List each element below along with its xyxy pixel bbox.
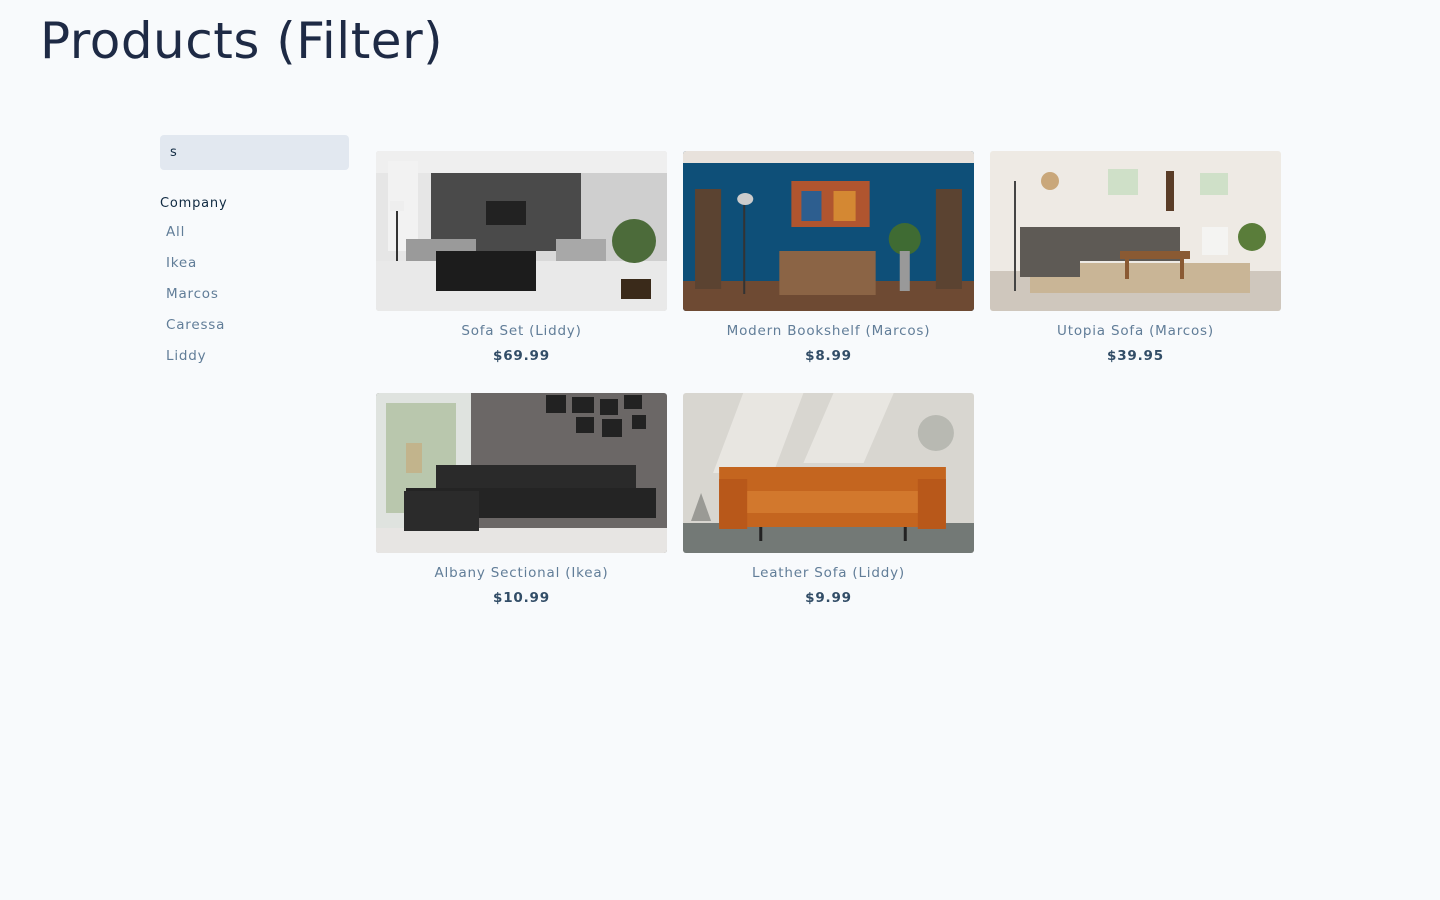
product-card[interactable]: Sofa Set (Liddy) $69.99 [376,151,667,364]
product-price: $8.99 [805,348,852,364]
product-name: Utopia Sofa (Marcos) [1057,323,1214,339]
company-filter-marcos[interactable]: Marcos [160,283,225,305]
product-image-modern-bookshelf[interactable] [683,151,974,311]
product-price: $39.95 [1107,348,1164,364]
product-name: Leather Sofa (Liddy) [752,565,905,581]
product-price: $10.99 [493,590,550,606]
product-price: $69.99 [493,348,550,364]
search-input[interactable] [160,135,349,170]
product-image-albany-sectional[interactable] [376,393,667,553]
product-image-sofa-set[interactable] [376,151,667,311]
product-card[interactable]: Modern Bookshelf (Marcos) $8.99 [683,151,974,364]
company-filter-list: All Ikea Marcos Caressa Liddy [160,221,349,367]
company-filter-heading: Company [160,196,228,211]
company-filter-all[interactable]: All [160,221,191,243]
product-name: Modern Bookshelf (Marcos) [726,323,931,339]
product-price: $9.99 [805,590,852,606]
product-name: Sofa Set (Liddy) [461,323,582,339]
product-name: Albany Sectional (Ikea) [434,565,609,581]
company-filter-ikea[interactable]: Ikea [160,252,203,274]
page-title: Products (Filter) [40,12,444,70]
filters-sidebar: Company All Ikea Marcos Caressa Liddy [160,135,349,376]
company-filter-caressa[interactable]: Caressa [160,314,231,336]
product-card[interactable]: Albany Sectional (Ikea) $10.99 [376,393,667,606]
product-image-leather-sofa[interactable] [683,393,974,553]
company-filter-liddy[interactable]: Liddy [160,345,212,367]
product-image-utopia-sofa[interactable] [990,151,1281,311]
product-card[interactable]: Leather Sofa (Liddy) $9.99 [683,393,974,606]
product-card[interactable]: Utopia Sofa (Marcos) $39.95 [990,151,1281,364]
product-grid: Sofa Set (Liddy) $69.99 Modern Bookshelf [376,151,1281,606]
